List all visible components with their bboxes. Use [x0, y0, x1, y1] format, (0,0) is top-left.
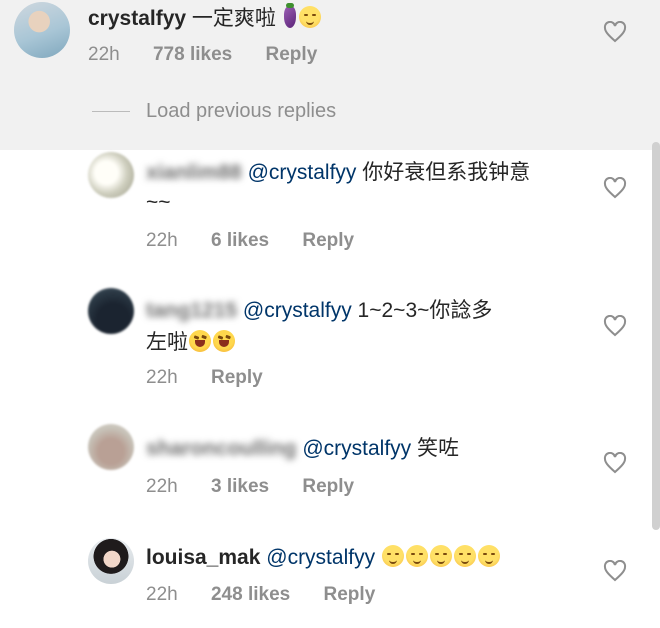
comment-meta: 22h Reply — [146, 367, 291, 389]
reply-button[interactable]: Reply — [266, 44, 318, 65]
heart-outline-icon[interactable] — [603, 315, 627, 337]
heart-outline-icon[interactable] — [603, 21, 627, 43]
comment-likes[interactable]: 6 likes — [211, 230, 269, 251]
avatar[interactable] — [88, 152, 134, 198]
mention-link[interactable]: @crystalfyy — [248, 161, 357, 184]
heart-outline-icon[interactable] — [603, 177, 627, 199]
comment-text: sharoncoulling @crystalfyy 笑咗 — [146, 434, 459, 464]
comment-body: 你好衰但系我钟意 — [356, 161, 531, 184]
comment-time: 22h — [146, 230, 178, 251]
comment-username[interactable]: crystalfyy — [88, 7, 186, 30]
comment-likes[interactable]: 248 likes — [211, 584, 290, 605]
divider-line — [92, 111, 130, 113]
comment-body-line2: 左啦 — [146, 331, 188, 354]
comment-username[interactable]: xianlim88 — [146, 158, 242, 188]
heart-outline-icon[interactable] — [603, 452, 627, 474]
reply-button[interactable]: Reply — [324, 584, 376, 605]
eggplant-emoji — [283, 3, 296, 28]
load-previous-label: Load previous replies — [146, 100, 337, 122]
comment-time: 22h — [146, 584, 178, 605]
mention-link[interactable]: @crystalfyy — [266, 546, 375, 569]
comment-text: crystalfyy 一定爽啦 — [88, 3, 322, 34]
comment-text-line2: ~~ — [146, 191, 171, 214]
reply-button[interactable]: Reply — [302, 230, 354, 251]
comment-body: 一定爽啦 — [191, 7, 276, 30]
avatar[interactable] — [88, 424, 134, 470]
comment-time: 22h — [146, 476, 178, 497]
comment-text: tang1215 @crystalfyy 1~2~3~你諗多 — [146, 296, 492, 326]
comment-username[interactable]: tang1215 — [146, 296, 237, 326]
comment-username[interactable]: louisa_mak — [146, 546, 260, 569]
comment-username[interactable]: sharoncoulling — [146, 434, 297, 464]
rolling-laughing-emoji — [213, 330, 235, 352]
comment-text: xianlim88 @crystalfyy 你好衰但系我钟意 — [146, 158, 530, 188]
smiling-face-emoji — [453, 545, 476, 567]
comment-time: 22h — [88, 44, 120, 65]
comment-text-line2: 左啦 — [146, 328, 236, 358]
avatar[interactable] — [88, 538, 134, 584]
smiling-face-emoji — [429, 545, 452, 567]
mention-link[interactable]: @crystalfyy — [243, 299, 352, 322]
scrollbar[interactable] — [652, 142, 660, 530]
smiling-face-emoji — [477, 545, 500, 567]
load-previous-replies[interactable]: Load previous replies — [92, 100, 336, 123]
reply-button[interactable]: Reply — [302, 476, 354, 497]
rolling-laughing-emoji — [189, 330, 211, 352]
smiling-face-emoji — [381, 545, 404, 567]
avatar[interactable] — [14, 2, 70, 58]
smiling-face-emoji — [298, 6, 321, 28]
comment-body: 笑咗 — [411, 437, 460, 460]
comment-body: 1~2~3~你諗多 — [351, 299, 493, 322]
comment-text: louisa_mak @crystalfyy — [146, 543, 501, 573]
smiling-face-emoji — [405, 545, 428, 567]
comment-time: 22h — [146, 367, 178, 388]
comment-meta: 22h 248 likes Reply — [146, 584, 403, 606]
comment-meta: 22h 3 likes Reply — [146, 476, 382, 498]
comment-likes[interactable]: 3 likes — [211, 476, 269, 497]
comment-meta: 22h 6 likes Reply — [146, 230, 382, 252]
reply-button[interactable]: Reply — [211, 367, 263, 388]
comment-likes[interactable]: 778 likes — [153, 44, 232, 65]
mention-link[interactable]: @crystalfyy — [302, 437, 411, 460]
avatar[interactable] — [88, 288, 134, 334]
comment-meta: 22h 778 likes Reply — [88, 44, 345, 66]
heart-outline-icon[interactable] — [603, 560, 627, 582]
